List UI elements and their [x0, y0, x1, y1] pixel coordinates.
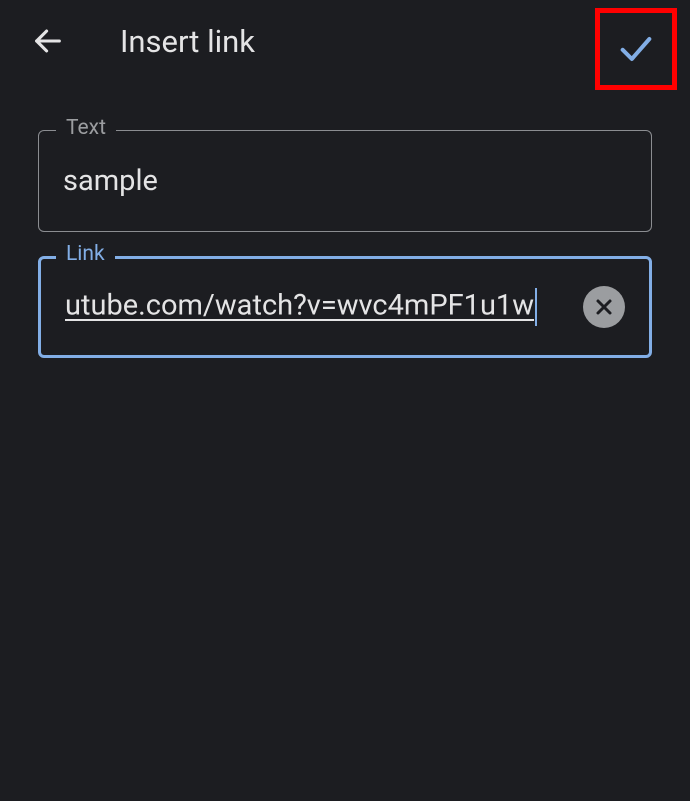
- text-input[interactable]: sample: [38, 130, 652, 232]
- text-cursor: [535, 288, 537, 326]
- close-icon: [592, 295, 616, 319]
- header: Insert link: [0, 0, 690, 82]
- arrow-left-icon: [31, 24, 65, 58]
- text-field-group: Text sample: [38, 130, 652, 232]
- confirm-highlight-box: [595, 8, 677, 90]
- link-field-label: Link: [56, 242, 115, 266]
- text-input-value: sample: [63, 164, 627, 198]
- link-field-group: Link utube.com/watch?v=wvc4mPF1u1w: [38, 256, 652, 358]
- clear-button[interactable]: [583, 286, 625, 328]
- form-container: Text sample Link utube.com/watch?v=wvc4m…: [0, 82, 690, 358]
- link-input[interactable]: utube.com/watch?v=wvc4mPF1u1w: [38, 256, 652, 358]
- check-icon: [616, 29, 656, 69]
- confirm-button[interactable]: [616, 29, 656, 69]
- text-field-label: Text: [56, 116, 116, 140]
- link-input-value: utube.com/watch?v=wvc4mPF1u1w: [65, 288, 567, 326]
- back-button[interactable]: [28, 21, 68, 61]
- page-title: Insert link: [120, 23, 255, 60]
